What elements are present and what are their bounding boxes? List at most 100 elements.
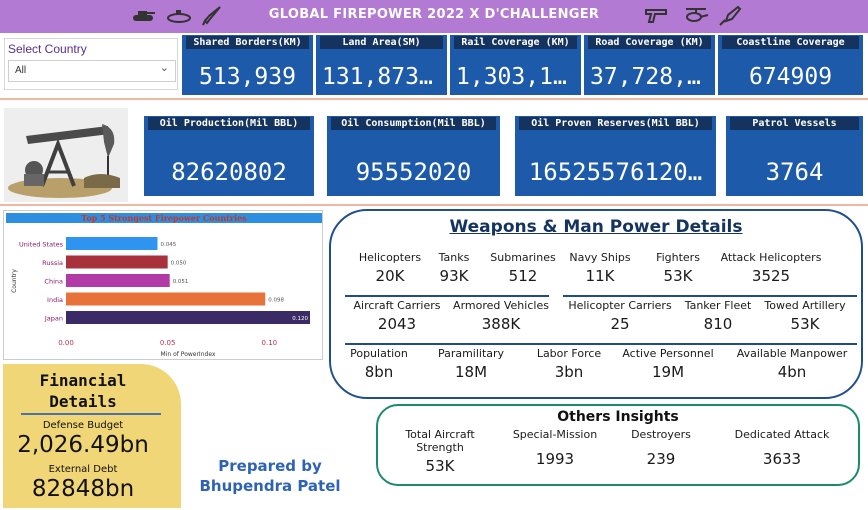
stat-value: 53K: [425, 457, 455, 475]
stat-label: Available Manpower: [736, 347, 848, 360]
stat-label: Population: [350, 347, 408, 360]
chart-title: Top 5 Strongest Firepower Countries: [81, 213, 247, 223]
stat-value: 11K: [585, 267, 615, 285]
header-bar: GLOBAL FIREPOWER 2022 X D'CHALLENGER: [0, 0, 868, 33]
stat-helicopter-carriers: Helicopter Carriers 25: [563, 299, 677, 333]
stat-dedicated-attack: Dedicated Attack 3633: [724, 428, 840, 468]
country-slicer: Select Country All ⌄: [4, 38, 178, 90]
stat-value: 3bn: [554, 363, 584, 381]
kpi-title: Road Coverage (KM): [588, 36, 711, 49]
stat-value: 19M: [651, 363, 685, 381]
stat-label: Tanker Fleet: [684, 299, 752, 312]
kpi-value: 37,728,5…: [590, 64, 709, 90]
data-label: 0.051: [173, 279, 189, 285]
stat-population: Population 8bn: [343, 347, 415, 381]
stat-towed-artillery: Towed Artillery 53K: [759, 299, 851, 333]
stat-labor-force: Labor Force 3bn: [527, 347, 611, 381]
kpi-title: Land Area(SM): [320, 36, 443, 49]
stat-tanks: Tanks 93K: [431, 251, 477, 285]
financial-title-line1: Financial: [39, 371, 127, 390]
slicer-label: Select Country: [8, 42, 87, 56]
row-divider: [563, 295, 857, 297]
bar: [66, 255, 168, 269]
kpi-value: 674909: [748, 64, 833, 90]
kpi-title: Coastline Coverage: [722, 36, 859, 49]
stat-armored-vehicles: Armored Vehicles 388K: [449, 299, 553, 333]
stat-value: 388K: [481, 315, 521, 333]
bar: [66, 311, 310, 324]
section-divider: [0, 204, 868, 206]
stat-label: Armored Vehicles: [453, 299, 549, 312]
stat-value: 18M: [454, 363, 488, 381]
kpi-card-land-area: Land Area(SM) 131,873,…: [316, 35, 447, 95]
rocket-icon: [716, 5, 742, 27]
stat-value: 810: [703, 315, 733, 333]
stat-label: Helicopter Carriers: [568, 299, 672, 312]
stat-label: Active Personnel: [622, 347, 714, 360]
row-divider: [345, 343, 857, 345]
stat-value: 8bn: [364, 363, 394, 381]
y-axis-label: Country: [11, 269, 18, 293]
y-tick-label: United States: [19, 241, 64, 249]
stat-value: 93K: [439, 267, 469, 285]
financial-panel: Financial Details Defense Budget 2,026.4…: [3, 364, 181, 508]
data-label: 0.120: [292, 316, 308, 322]
kpi-value: 513,939: [199, 64, 296, 90]
stat-label: Towed Artillery: [764, 299, 846, 312]
stat-value: 512: [508, 267, 538, 285]
stat-value: 3633: [762, 450, 802, 468]
top5-firepower-chart: Top 5 Strongest Firepower Countries Unite…: [3, 210, 323, 360]
weapons-title: Weapons & Man Power Details: [449, 217, 743, 237]
stat-destroyers: Destroyers 239: [618, 428, 704, 468]
x-axis-label: Min of PowerIndex: [161, 351, 216, 358]
kpi-card-rail-coverage: Rail Coverage (KM) 1,303,154: [450, 35, 581, 95]
kpi-value: 131,873,…: [322, 64, 441, 90]
data-label: 0.050: [171, 261, 187, 267]
stat-value: 239: [646, 450, 676, 468]
stat-label: Attack Helicopters: [720, 251, 822, 264]
stat-value: 4bn: [777, 363, 807, 381]
stat-attack-helicopters: Attack Helicopters 3525: [713, 251, 829, 285]
stat-label: Tanks: [438, 251, 470, 264]
kpi-card-patrol-vessels: Patrol Vessels 3764: [726, 116, 863, 196]
stat-tanker-fleet: Tanker Fleet 810: [679, 299, 757, 333]
financial-title-line2: Details: [49, 392, 117, 411]
stat-value: 53K: [663, 267, 693, 285]
kpi-title: Rail Coverage (KM): [454, 36, 577, 49]
stat-label: Destroyers: [631, 428, 691, 441]
kpi-value: 95552020: [355, 158, 472, 186]
chevron-down-icon[interactable]: ⌄: [160, 61, 169, 74]
financial-title: Financial Details: [3, 370, 163, 412]
oil-rig-image: [4, 108, 128, 202]
stat-total-aircraft: Total Aircraft Strength 53K: [390, 428, 490, 475]
external-debt-label: External Debt: [48, 464, 118, 475]
helicopter-icon: [682, 5, 709, 27]
stat-label: Fighters: [656, 251, 700, 264]
stat-value: 2043: [377, 315, 417, 333]
defense-budget-value: 2,026.49bn: [17, 432, 149, 458]
stat-value: 53K: [790, 315, 820, 333]
country-dropdown[interactable]: All ⌄: [8, 60, 176, 82]
kpi-value: 1,303,154: [456, 64, 575, 90]
section-divider: [0, 98, 868, 100]
kpi-value: 16525576120…: [528, 158, 703, 186]
kpi-title: Oil Production(Mil BBL): [148, 117, 310, 130]
stat-label: Submarines: [490, 251, 556, 264]
kpi-card-oil-consumption: Oil Consumption(Mil BBL) 95552020: [327, 116, 500, 196]
stat-label: Dedicated Attack: [734, 428, 830, 441]
financial-divider: [21, 413, 161, 415]
kpi-card-road-coverage: Road Coverage (KM) 37,728,5…: [584, 35, 715, 95]
x-tick-label: 0.10: [262, 339, 278, 347]
others-title: Others Insights: [557, 409, 679, 425]
bar: [66, 274, 170, 287]
x-tick-label: 0.05: [160, 339, 176, 347]
bar-chart-svg: Top 5 Strongest Firepower Countries Unite…: [6, 213, 322, 358]
stat-value: 20K: [375, 267, 405, 285]
y-tick-label: China: [44, 278, 63, 286]
stat-navy-ships: Navy Ships 11K: [563, 251, 637, 285]
stat-label: Special-Mission: [512, 428, 598, 441]
x-tick-label: 0.00: [58, 339, 74, 347]
pistol-icon: [643, 5, 669, 27]
stat-special-mission: Special-Mission 1993: [500, 428, 610, 468]
bar: [66, 292, 266, 306]
